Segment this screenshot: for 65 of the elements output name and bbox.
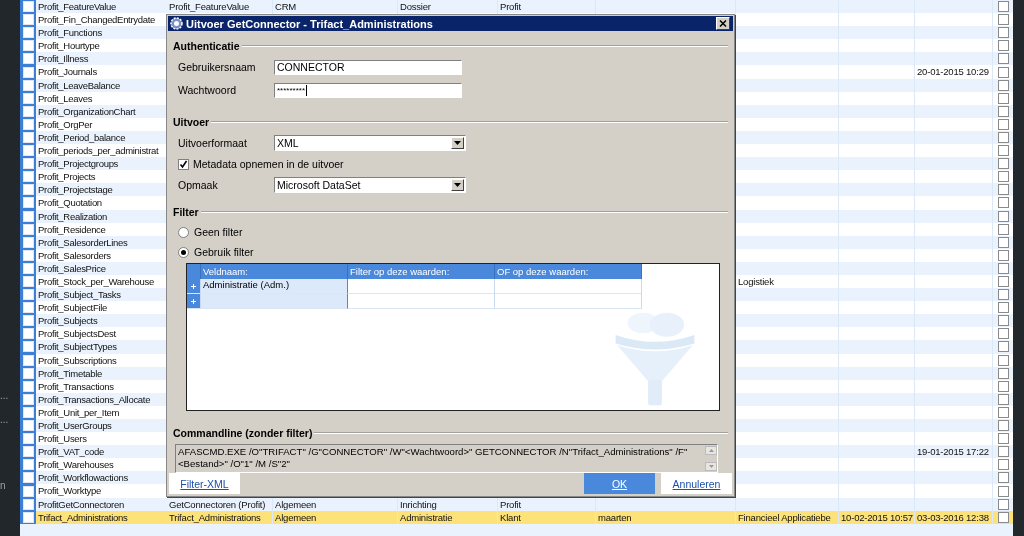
radio-label: Gebruik filter xyxy=(194,246,254,258)
commandline-text: AFASCMD.EXE /O"TRIFACT" /G"CONNECTOR" /W"<Wachtwoord>" GETCONNECTOR /N"Trifact_Administrations" /F"<Bestand>" /O"1" /M /S"2" xyxy=(177,445,689,471)
table-cell-text: ProfitGetConnectoren xyxy=(37,497,125,511)
field-label: Opmaak xyxy=(178,179,219,191)
table-cell-text: Profit_Fin_ChangedEntrydate xyxy=(37,13,157,27)
table-cell-text: Profit_Stock_per_Warehouse xyxy=(37,274,155,289)
table-cell-text: Profit_Salesorders xyxy=(37,248,112,262)
window-title: Uitvoer GetConnector - Trifact_Administrations xyxy=(186,17,434,30)
table-cell-text: Profit_SubjectFile xyxy=(37,301,109,315)
table-cell: Administratie xyxy=(398,510,498,524)
panel-text: ... xyxy=(0,390,10,402)
table-cell-text: Trifact_Administrations xyxy=(37,510,129,524)
table-cell: 20-01-2015 10:29 xyxy=(915,65,993,79)
table-cell-text: Profit_Projects xyxy=(37,170,97,184)
panel-text: ... xyxy=(0,414,10,426)
table-cell-text: Profit_Transactions xyxy=(37,379,115,393)
table-cell-text: Profit_SubjectTypes xyxy=(37,340,118,354)
table-cell-text: Profit_VAT_code xyxy=(37,445,105,459)
table-cell-text: Profit_SubjectsDest xyxy=(37,327,117,341)
table-cell-text: Profit_Timetable xyxy=(37,366,103,380)
table-cell-text: Profit_periods_per_administrat xyxy=(37,144,160,158)
table-cell-text: Profit_Leaves xyxy=(37,91,94,105)
checkbox-label: Metadata opnemen in de uitvoer xyxy=(193,158,344,170)
table-cell-text: Profit_SalesPrice xyxy=(37,261,107,275)
table-cell-text: Profit_Journals xyxy=(37,65,98,79)
table-cell-text: Profit_Period_balance xyxy=(37,130,127,145)
table-cell: Trifact_Administrations xyxy=(167,510,273,524)
table-cell-text: Profit_Subjects xyxy=(37,314,99,328)
table-cell-text: Profit_Users xyxy=(37,432,88,446)
table-cell-text: Profit_Warehouses xyxy=(37,458,115,472)
field-label: Wachtwoord xyxy=(178,84,237,96)
field-label: Uitvoerformaat xyxy=(178,137,248,149)
panel-text: n xyxy=(0,480,7,492)
section-heading: Commandline (zonder filter) xyxy=(173,427,313,439)
table-cell-text: Profit_Worktype xyxy=(37,484,102,498)
table-cell-text: Profit_Functions xyxy=(37,26,103,40)
table-cell-text: Profit_Projectgroups xyxy=(37,157,120,171)
table-cell-text: Profit_Illness xyxy=(37,52,90,66)
table-cell-text: Profit_Unit_per_Item xyxy=(37,405,121,419)
table-cell-text: Profit_Realization xyxy=(37,209,109,223)
table-cell: 03-03-2016 12:38 xyxy=(915,510,993,524)
table-cell-text: Profit_Residence xyxy=(37,222,107,236)
section-heading: Authenticatie xyxy=(173,40,240,52)
table-cell-text: Profit_Transactions_Allocate xyxy=(37,392,152,406)
table-cell: Algemeen xyxy=(273,510,398,524)
table-cell-text: Profit_OrganizationChart xyxy=(37,104,137,118)
table-cell-text: Profit_SalesorderLines xyxy=(37,235,129,249)
table-cell: Klant xyxy=(498,510,596,524)
table-cell-text: Profit_Subject_Tasks xyxy=(37,288,122,302)
table-cell: maarten xyxy=(596,510,736,524)
table-cell-text: Profit_LeaveBalance xyxy=(37,78,121,92)
radio-label: Geen filter xyxy=(194,226,243,238)
table-cell-text: Profit_FeatureValue xyxy=(37,0,118,14)
table-cell-text: Profit_Quotation xyxy=(37,196,103,210)
table-cell-text: Profit_OrgPer xyxy=(37,117,94,131)
table-cell-text: Profit_Hourtype xyxy=(37,39,101,53)
field-label: Gebruikersnaam xyxy=(178,61,257,73)
table-cell-text: Profit_Subscriptions xyxy=(37,353,118,367)
section-heading: Filter xyxy=(173,206,199,218)
table-cell-text: Profit_Workflowactions xyxy=(37,471,129,485)
table-cell-text: Profit_UserGroups xyxy=(37,419,113,433)
table-cell: Financieel Applicatiebe xyxy=(736,510,839,524)
table-cell-text: Profit_Projectstage xyxy=(37,183,114,197)
section-heading: Uitvoer xyxy=(173,116,210,128)
table-cell: 10-02-2015 10:57 xyxy=(839,510,915,524)
